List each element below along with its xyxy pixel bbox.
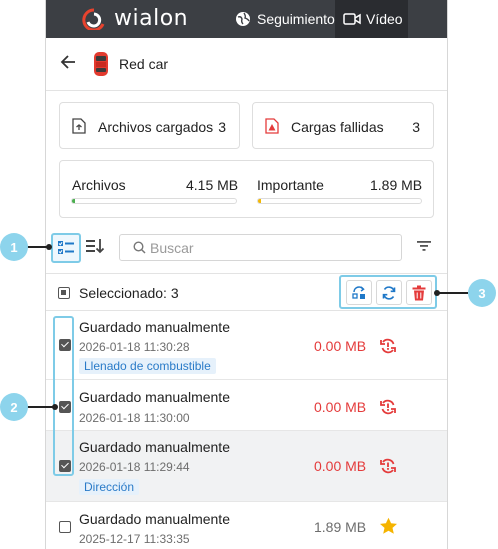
item-date: 2025-12-17 11:33:35 [79, 532, 190, 546]
item-title: Guardado manualmente [79, 319, 230, 335]
wialon-logo-icon [82, 8, 105, 30]
item-title: Guardado manualmente [79, 511, 230, 527]
item-title: Guardado manualmente [79, 389, 230, 405]
uploaded-files-card[interactable]: Archivos cargados 3 [59, 102, 240, 149]
unit-name: Red car [119, 56, 169, 72]
select-all-checkbox[interactable] [58, 287, 70, 299]
callout-1-line [26, 246, 48, 248]
selected-checkboxes-highlight [53, 316, 74, 476]
delete-button[interactable] [406, 280, 432, 305]
callout-2-dot [52, 404, 58, 410]
callout-2: 2 [0, 393, 28, 421]
video-camera-icon [343, 13, 361, 25]
important-size-bar-fill [258, 199, 262, 203]
refresh-icon [382, 285, 396, 300]
failed-uploads-label: Cargas fallidas [291, 119, 384, 135]
nav-video-label: Vídeo [366, 11, 403, 27]
failed-uploads-card[interactable]: Cargas fallidas 3 [252, 102, 434, 149]
item-date: 2026-01-18 11:30:28 [79, 340, 190, 354]
list-item[interactable]: Guardado manualmente 2026-01-18 11:30:00… [46, 380, 447, 431]
callout-1: 1 [0, 233, 28, 261]
files-size-label: Archivos [72, 177, 126, 193]
uploaded-file-icon [72, 118, 86, 134]
checklist-icon [58, 241, 74, 254]
nav-video[interactable]: Vídeo [335, 0, 408, 38]
item-size: 0.00 MB [314, 399, 367, 415]
star-icon[interactable] [379, 517, 398, 535]
uploaded-files-label: Archivos cargados [98, 119, 214, 135]
nav-tracking-label: Seguimiento [257, 11, 335, 27]
upload-failed-icon[interactable] [379, 457, 397, 475]
failed-file-icon [265, 118, 279, 134]
item-tag: Llenado de combustible [79, 358, 216, 374]
retry-upload-icon [352, 285, 365, 299]
selection-mode-button[interactable] [51, 233, 81, 263]
failed-uploads-count: 3 [412, 119, 420, 135]
upload-failed-icon[interactable] [379, 337, 397, 355]
selected-count-label: Seleccionado: 3 [79, 285, 179, 301]
files-size-bar [71, 198, 237, 204]
uploaded-files-count: 3 [218, 119, 226, 135]
unit-header: Red car [46, 38, 447, 91]
callout-1-dot [46, 244, 52, 250]
item-size: 0.00 MB [314, 338, 367, 354]
callout-3-line [436, 292, 468, 294]
callout-3: 3 [468, 279, 496, 307]
top-bar: wialon Seguimiento Vídeo [46, 0, 447, 38]
search-input[interactable] [150, 239, 390, 256]
upload-failed-icon[interactable] [379, 398, 397, 416]
red-car-icon [94, 52, 108, 76]
video-panel: wialon Seguimiento Vídeo Red car Archivo… [45, 0, 448, 549]
sort-icon[interactable] [85, 237, 105, 255]
back-arrow-icon[interactable] [60, 54, 76, 70]
list-item[interactable]: Guardado manualmente 2026-01-18 11:30:28… [46, 311, 447, 380]
nav-tracking[interactable]: Seguimiento [228, 0, 342, 38]
files-size-bar-fill [72, 199, 76, 203]
globe-icon [236, 12, 250, 26]
item-size: 1.89 MB [314, 519, 367, 535]
refresh-button[interactable] [376, 280, 402, 305]
trash-icon [412, 285, 426, 300]
item-size: 0.00 MB [314, 458, 367, 474]
item-checkbox[interactable] [59, 521, 71, 533]
files-size-value: 4.15 MB [186, 177, 239, 193]
important-size-value: 1.89 MB [370, 177, 423, 193]
item-date: 2026-01-18 11:29:44 [79, 460, 190, 474]
filter-icon[interactable] [417, 240, 431, 252]
search-box[interactable] [119, 234, 402, 261]
retry-upload-button[interactable] [346, 280, 372, 305]
item-date: 2026-01-18 11:30:00 [79, 411, 190, 425]
important-size-bar [257, 198, 422, 204]
brand-name: wialon [114, 6, 189, 31]
item-title: Guardado manualmente [79, 439, 230, 455]
important-size-label: Importante [257, 177, 324, 193]
storage-card: Archivos 4.15 MB Importante 1.89 MB [59, 160, 434, 218]
list-item[interactable]: Guardado manualmente 2026-01-18 11:29:44… [46, 431, 447, 502]
bulk-actions-group [339, 275, 437, 309]
list-item[interactable]: Guardado manualmente 2025-12-17 11:33:35… [46, 502, 447, 549]
search-icon [133, 241, 146, 254]
item-tag: Dirección [79, 479, 140, 495]
callout-3-dot [434, 290, 440, 296]
